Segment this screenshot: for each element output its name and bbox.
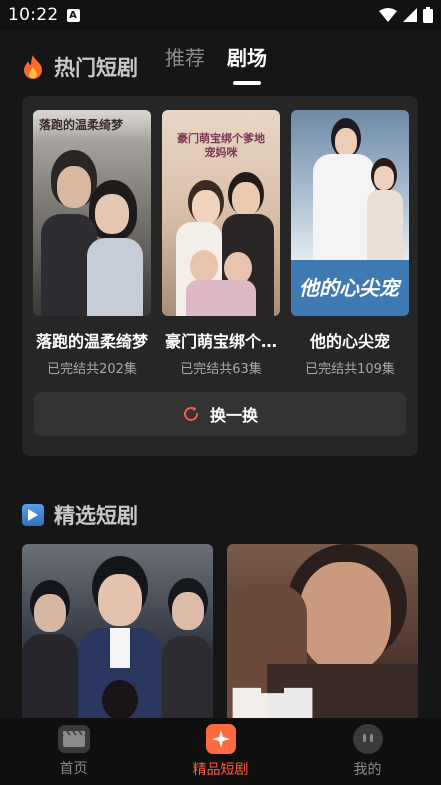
fire-icon xyxy=(24,55,42,79)
tab-recommend[interactable]: 推荐 xyxy=(165,42,205,71)
tab-bar: 推荐 剧场 xyxy=(165,42,267,71)
wifi-icon xyxy=(379,8,397,22)
profile-icon xyxy=(352,724,383,754)
signal-icon xyxy=(403,8,417,22)
poster-title: 他的心尖宠 xyxy=(299,276,399,300)
drama-episodes: 已完结共202集 xyxy=(47,362,137,377)
clapperboard-icon xyxy=(57,725,90,753)
nav-profile[interactable]: 我的 xyxy=(294,718,441,785)
notification-icon: A xyxy=(66,8,80,22)
drama-card[interactable]: 豪门萌宝绑个爹地宠妈咪 豪门萌宝绑个… 已完结共63集 xyxy=(162,110,280,377)
selected-drama-poster[interactable]: ▇▆▇ xyxy=(227,544,418,724)
poster-title: 豪门萌宝绑个爹地宠妈咪 xyxy=(177,132,265,159)
tab-theater[interactable]: 剧场 xyxy=(227,42,267,71)
refresh-label: 换一换 xyxy=(209,406,258,425)
nav-home[interactable]: 首页 xyxy=(0,718,147,785)
selected-drama-poster[interactable] xyxy=(22,544,213,724)
drama-title: 他的心尖宠 xyxy=(309,332,390,351)
nav-premium-drama[interactable]: 精品短剧 xyxy=(147,718,294,785)
status-bar: 10:22 A xyxy=(0,0,441,30)
drama-episodes: 已完结共63集 xyxy=(180,362,262,377)
refresh-icon xyxy=(184,406,198,421)
drama-poster[interactable]: 他的心尖宠 xyxy=(291,110,409,316)
battery-icon xyxy=(423,7,433,23)
poster-title: 落跑的温柔绮梦 xyxy=(39,118,124,132)
hot-title: 热门短剧 xyxy=(22,52,138,82)
play-icon xyxy=(22,504,44,526)
refresh-button[interactable]: 换一换 xyxy=(34,392,406,436)
drama-poster[interactable]: 豪门萌宝绑个爹地宠妈咪 xyxy=(162,110,280,316)
bottom-nav: 首页 精品短剧 我的 xyxy=(0,718,441,785)
header: 热门短剧 推荐 剧场 xyxy=(0,30,441,90)
sparkle-icon xyxy=(205,724,236,754)
hot-drama-panel: 落跑的温柔绮梦 落跑的温柔绮梦 已完结共202集 豪门萌宝绑个爹地宠妈咪 豪门萌… xyxy=(22,96,418,456)
drama-title: 豪门萌宝绑个… xyxy=(164,332,277,351)
status-time: 10:22 xyxy=(8,5,59,25)
drama-card[interactable]: 落跑的温柔绮梦 落跑的温柔绮梦 已完结共202集 xyxy=(33,110,151,377)
drama-episodes: 已完结共109集 xyxy=(305,362,395,377)
selected-title: 精选短剧 xyxy=(22,500,138,530)
drama-card[interactable]: 他的心尖宠 他的心尖宠 已完结共109集 xyxy=(291,110,409,377)
drama-poster[interactable]: 落跑的温柔绮梦 xyxy=(33,110,151,316)
drama-title: 落跑的温柔绮梦 xyxy=(35,332,148,351)
